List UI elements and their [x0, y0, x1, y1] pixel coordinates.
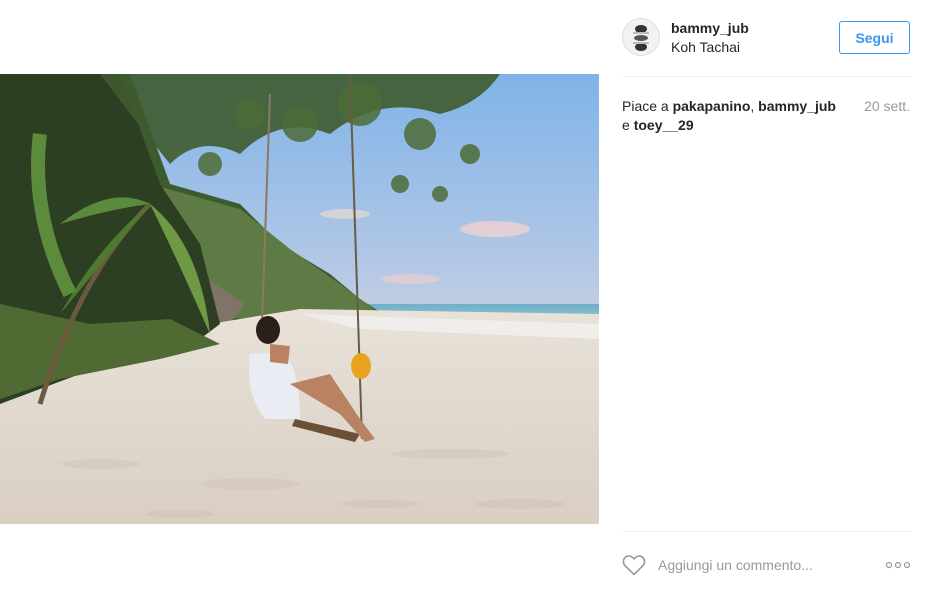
follow-button[interactable]: Segui [839, 21, 910, 54]
username[interactable]: bammy_jub [671, 20, 749, 36]
likes-separator: , [750, 98, 759, 114]
location[interactable]: Koh Tachai [671, 39, 740, 55]
avatar[interactable] [622, 18, 660, 56]
likes-prefix: Piace a [622, 98, 669, 114]
divider [622, 531, 910, 532]
more-options-icon[interactable] [885, 557, 911, 573]
beach-swing-photo [0, 74, 599, 524]
liker-link[interactable]: pakapanino [673, 98, 751, 114]
liker-link[interactable]: toey__29 [634, 117, 694, 133]
post-sidebar: bammy_jub Koh Tachai Segui Piace a pakap… [622, 0, 911, 599]
post-header: bammy_jub Koh Tachai Segui [622, 0, 910, 76]
liker-link[interactable]: bammy_jub [758, 98, 836, 114]
likes-text: Piace a pakapanino, bammy_jub e toey__29 [622, 97, 847, 135]
divider [622, 76, 910, 77]
heart-icon[interactable] [622, 554, 646, 576]
post-date[interactable]: 20 sett. [864, 97, 910, 116]
avatar-image [623, 19, 659, 55]
comment-input[interactable] [658, 555, 868, 575]
likes-conjunction: e [622, 117, 630, 133]
post-photo[interactable] [0, 74, 599, 524]
